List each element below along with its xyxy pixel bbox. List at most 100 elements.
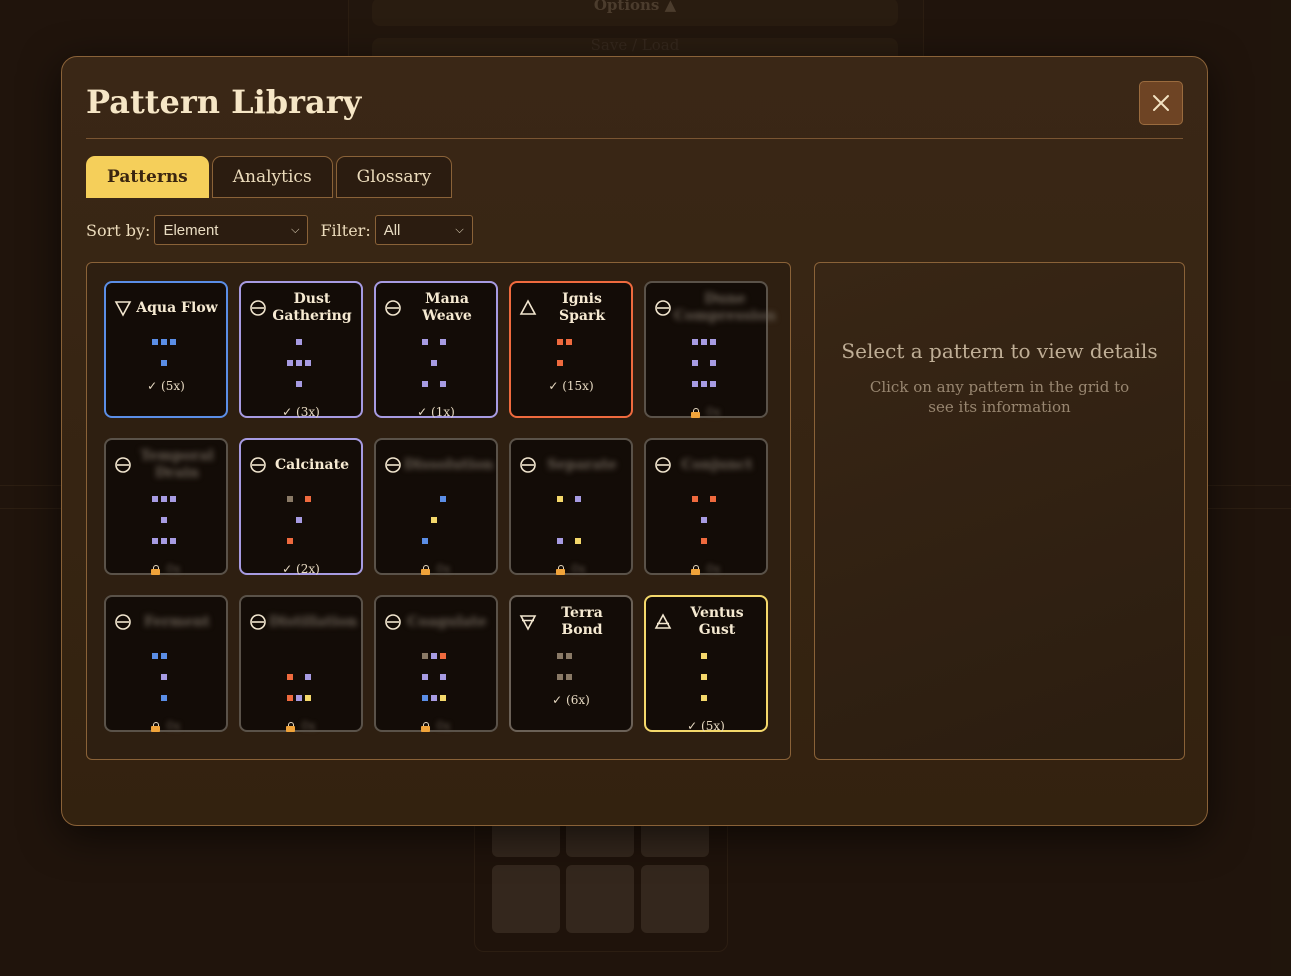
pattern-status: 0x (241, 719, 361, 733)
pattern-dot (701, 695, 707, 701)
pattern-status: 0x (511, 562, 631, 576)
pattern-preview (106, 649, 226, 721)
filter-select[interactable]: All ⌵ (374, 215, 473, 245)
chevron-down-icon: ⌵ (455, 223, 464, 236)
pattern-card-header: Separate (519, 446, 625, 484)
pattern-card[interactable]: Separate 0x (509, 438, 633, 576)
aether-symbol-icon (114, 613, 132, 631)
lock-icon (556, 564, 566, 575)
pattern-detail-panel: Select a pattern to view details Click o… (814, 262, 1185, 760)
pattern-dot (305, 674, 311, 680)
pattern-dot (296, 695, 302, 701)
tab-bar: Patterns Analytics Glossary (86, 156, 453, 198)
pattern-dot (575, 538, 581, 544)
pattern-preview (646, 492, 766, 564)
pattern-dot (557, 538, 563, 544)
aether-symbol-icon (249, 456, 267, 474)
pattern-library-modal: Pattern Library Patterns Analytics Gloss… (61, 56, 1208, 826)
pattern-dot (152, 339, 158, 345)
pattern-card[interactable]: Terra Bond ✓ (6x) (509, 595, 633, 732)
pattern-card[interactable]: Aqua Flow ✓ (5x) (104, 281, 228, 418)
pattern-use-count: ✓ (3x) (282, 405, 320, 419)
pattern-dot (557, 674, 563, 680)
pattern-dot (692, 381, 698, 387)
pattern-dot (161, 674, 167, 680)
pattern-dot (287, 360, 293, 366)
pattern-name: Ventus Gust (690, 605, 744, 638)
pattern-card-header: Ventus Gust (654, 603, 760, 641)
pattern-status: ✓ (3x) (241, 405, 361, 419)
pattern-dot (557, 496, 563, 502)
pattern-status: 0x (106, 562, 226, 576)
close-button[interactable] (1139, 81, 1183, 125)
pattern-card[interactable]: Ignis Spark ✓ (15x) (509, 281, 633, 418)
pattern-card[interactable]: Dust Gathering ✓ (3x) (239, 281, 363, 419)
pattern-dot (557, 360, 563, 366)
pattern-card[interactable]: Coagulate 0x (374, 595, 498, 733)
lock-icon (151, 564, 161, 575)
pattern-dot (701, 381, 707, 387)
pattern-card-header: Aqua Flow (114, 289, 220, 327)
aether-symbol-icon (384, 299, 402, 317)
tab-glossary[interactable]: Glossary (335, 156, 453, 198)
pattern-dot (710, 496, 716, 502)
pattern-card-header: Coagulate (384, 603, 490, 641)
pattern-preview (511, 335, 631, 407)
aether-symbol-icon (249, 613, 267, 631)
pattern-dot (566, 674, 572, 680)
pattern-dot (440, 695, 446, 701)
pattern-dot (566, 653, 572, 659)
pattern-card[interactable]: Temporal Drain 0x (104, 438, 228, 576)
pattern-use-count: ✓ (1x) (417, 405, 455, 419)
pattern-dot (296, 339, 302, 345)
pattern-use-count: ✓ (2x) (282, 562, 320, 576)
filter-value: All (383, 221, 401, 239)
detail-placeholder-title: Select a pattern to view details (841, 339, 1158, 363)
aether-symbol-icon (654, 456, 672, 474)
tab-patterns[interactable]: Patterns (86, 156, 209, 198)
sort-filter-controls: Sort by: Element ⌵ Filter: All ⌵ (86, 215, 473, 245)
pattern-use-count: ✓ (5x) (687, 719, 725, 733)
lock-icon (691, 564, 701, 575)
pattern-dot (161, 496, 167, 502)
pattern-dot (161, 339, 167, 345)
pattern-dot (296, 360, 302, 366)
sort-label: Sort by: (86, 220, 151, 240)
fire-symbol-icon (519, 299, 537, 317)
pattern-dot (710, 339, 716, 345)
pattern-dot (422, 538, 428, 544)
pattern-preview (241, 335, 361, 407)
pattern-card[interactable]: Dissolution 0x (374, 438, 498, 576)
lock-icon (421, 721, 431, 732)
pattern-status: ✓ (5x) (646, 719, 766, 733)
pattern-dot (557, 653, 563, 659)
pattern-dot (422, 653, 428, 659)
pattern-card[interactable]: Distillation 0x (239, 595, 363, 733)
pattern-dot (710, 360, 716, 366)
pattern-preview (241, 492, 361, 564)
pattern-card[interactable]: Dune Compression 0x (644, 281, 776, 419)
pattern-dot (170, 496, 176, 502)
pattern-card[interactable]: Ventus Gust ✓ (5x) (644, 595, 768, 733)
pattern-dot (161, 360, 167, 366)
pattern-status: 0x (646, 405, 766, 419)
pattern-preview (106, 492, 226, 564)
tab-analytics[interactable]: Analytics (211, 156, 333, 198)
pattern-name: Aqua Flow (136, 299, 218, 316)
pattern-dot (161, 695, 167, 701)
pattern-status: ✓ (2x) (241, 562, 361, 576)
pattern-card-header: Ignis Spark (519, 289, 625, 327)
pattern-dot (440, 381, 446, 387)
pattern-card-header: Conjunct (654, 446, 760, 484)
pattern-preview (646, 649, 766, 721)
pattern-dot (170, 339, 176, 345)
pattern-card[interactable]: Calcinate ✓ (2x) (239, 438, 363, 576)
pattern-card[interactable]: Ferment 0x (104, 595, 228, 733)
pattern-card[interactable]: Conjunct 0x (644, 438, 768, 576)
pattern-card[interactable]: Mana Weave ✓ (1x) (374, 281, 498, 419)
sort-select[interactable]: Element ⌵ (154, 215, 309, 245)
sort-value: Element (163, 221, 219, 239)
pattern-dot (287, 538, 293, 544)
pattern-dot (422, 381, 428, 387)
pattern-status: 0x (106, 719, 226, 733)
